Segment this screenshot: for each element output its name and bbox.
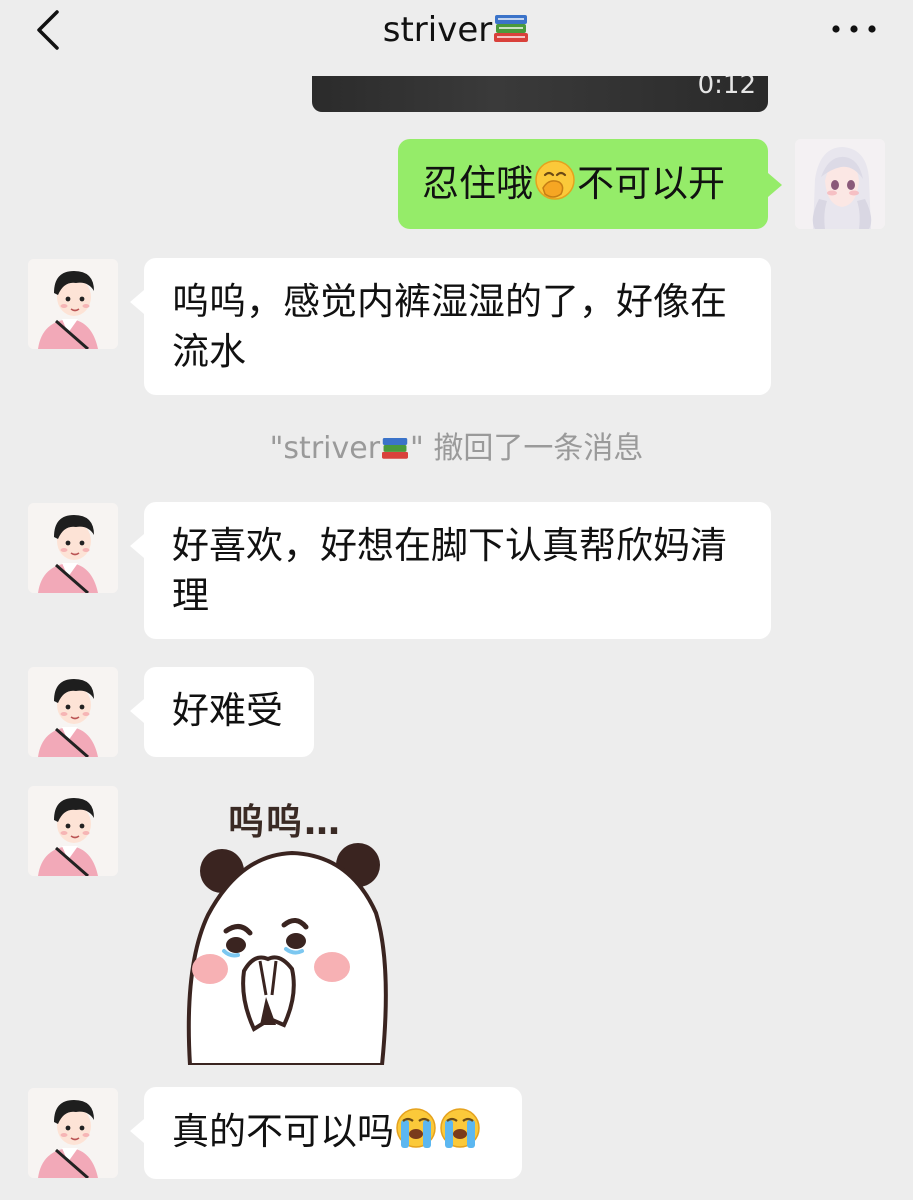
girl-avatar-image xyxy=(795,139,885,229)
boy-avatar-image xyxy=(28,259,118,349)
contact-avatar[interactable] xyxy=(28,786,118,876)
message-text: 真的不可以吗 xyxy=(172,1110,394,1153)
sticker-message[interactable]: 呜呜… xyxy=(180,785,400,1065)
boy-avatar-image xyxy=(28,667,118,757)
message-text: 好难受 xyxy=(172,689,283,732)
crying-bear-sticker-icon xyxy=(186,843,388,1065)
my-avatar[interactable] xyxy=(795,139,885,229)
my-message-bubble[interactable]: 忍住哦 不可以开 xyxy=(398,139,782,229)
chat-title-text: striver xyxy=(382,10,493,50)
loudly-crying-face-icon xyxy=(440,1108,480,1148)
books-emoji-icon xyxy=(382,438,409,459)
contact-avatar[interactable] xyxy=(28,667,118,757)
contact-avatar[interactable] xyxy=(28,503,118,593)
video-message-thumbnail[interactable]: 0:12 xyxy=(312,76,768,112)
recall-notice-suffix: " 撤回了一条消息 xyxy=(410,431,644,466)
chat-title: striver xyxy=(0,8,913,52)
books-emoji-icon xyxy=(494,15,529,42)
contact-message-bubble[interactable]: 真的不可以吗 xyxy=(130,1087,522,1179)
face-with-hand-over-mouth-icon xyxy=(535,160,575,200)
recall-notice-prefix: "striver xyxy=(269,431,381,466)
boy-avatar-image xyxy=(28,786,118,876)
message-text: 好喜欢，好想在脚下认真帮欣妈清理 xyxy=(172,524,727,617)
message-text: 忍住哦 xyxy=(422,162,533,205)
loudly-crying-face-icon xyxy=(396,1108,436,1148)
video-duration: 0:12 xyxy=(697,76,756,100)
more-dots-icon[interactable] xyxy=(829,14,879,44)
message-text-after: 不可以开 xyxy=(577,162,725,205)
boy-avatar-image xyxy=(28,1088,118,1178)
recall-notice: "striver " 撤回了一条消息 xyxy=(0,428,913,470)
contact-message-bubble[interactable]: 好难受 xyxy=(130,667,314,757)
contact-avatar[interactable] xyxy=(28,259,118,349)
contact-message-bubble[interactable]: 好喜欢，好想在脚下认真帮欣妈清理 xyxy=(130,502,771,639)
chat-header: striver xyxy=(0,0,913,62)
boy-avatar-image xyxy=(28,503,118,593)
contact-message-bubble[interactable]: 呜呜，感觉内裤湿湿的了，好像在流水 xyxy=(130,258,771,395)
contact-avatar[interactable] xyxy=(28,1088,118,1178)
message-text: 呜呜，感觉内裤湿湿的了，好像在流水 xyxy=(172,280,727,373)
